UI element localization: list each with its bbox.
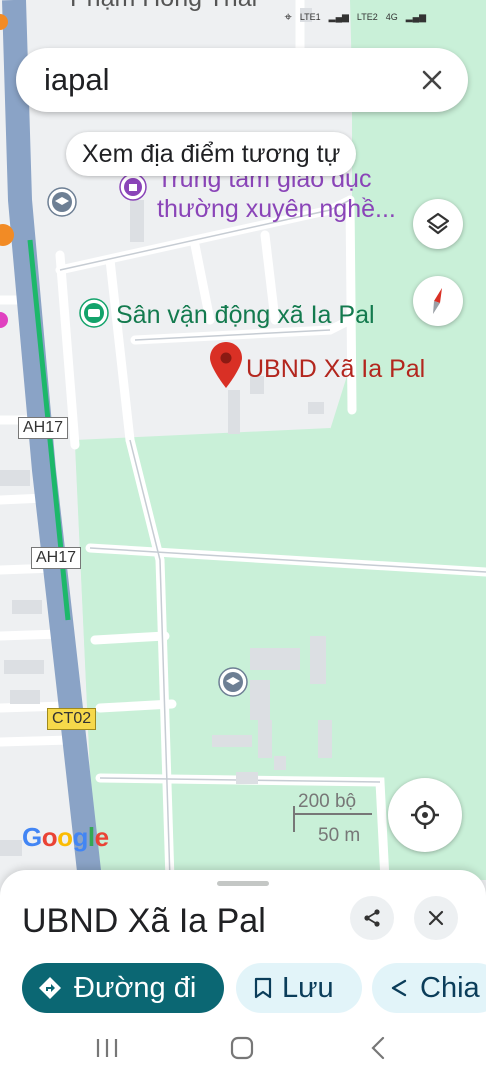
bookmark-icon xyxy=(254,977,272,999)
directions-icon xyxy=(39,977,61,999)
save-button[interactable]: Lưu xyxy=(236,963,362,1013)
save-label: Lưu xyxy=(282,971,334,1004)
education-center-poi-icon xyxy=(119,173,147,201)
scale-label-feet: 200 bộ xyxy=(298,791,357,812)
map-label-stadium[interactable]: Sân vận động xã Ia Pal xyxy=(116,301,375,330)
school-label-line2: thường xuyên nghề... xyxy=(157,195,396,223)
map-label-top-partial: Phạm Hồng Thái xyxy=(70,0,257,13)
place-title: UBND Xã Ia Pal xyxy=(22,902,266,940)
sim2-label: LTE2 xyxy=(356,12,378,22)
road-shield-ah17-1: AH17 xyxy=(18,417,69,439)
share-button[interactable]: Chia xyxy=(372,963,486,1013)
share-label: Chia xyxy=(420,971,480,1004)
road-shield-ah17-2: AH17 xyxy=(31,547,82,569)
crosshair-icon xyxy=(411,801,439,829)
system-nav-bar xyxy=(0,1018,486,1080)
school-poi-icon xyxy=(47,187,77,217)
sheet-drag-handle[interactable] xyxy=(217,881,269,886)
my-location-button[interactable] xyxy=(388,778,462,852)
search-bar[interactable]: iapal xyxy=(16,48,468,112)
google-logo: Google xyxy=(22,822,109,852)
map-label-selected-place[interactable]: UBND Xã Ia Pal xyxy=(246,355,425,384)
share-icon xyxy=(391,979,407,997)
share-icon-button[interactable] xyxy=(350,896,394,940)
clear-search-button[interactable] xyxy=(410,58,454,102)
status-bar: ⌖ LTE1 ▂▄▆ LTE2 4G ▂▄▆ xyxy=(285,0,427,34)
layers-icon xyxy=(426,212,450,235)
sim1-label: LTE1 xyxy=(299,12,321,22)
signal-icon-2: ▂▄▆ xyxy=(405,11,426,22)
directions-label: Đường đi xyxy=(74,971,197,1004)
layers-button[interactable] xyxy=(413,199,463,249)
road-shield-ct02: CT02 xyxy=(47,708,97,730)
compass-button[interactable] xyxy=(413,276,463,326)
back-icon[interactable] xyxy=(370,1036,386,1060)
share-icon xyxy=(364,909,380,927)
search-query-text[interactable]: iapal xyxy=(44,62,110,98)
close-icon xyxy=(422,70,442,90)
network-label: 4G xyxy=(385,12,398,22)
compass-icon xyxy=(433,288,442,314)
similar-places-chip[interactable]: Xem địa điểm tương tự xyxy=(66,132,357,176)
recents-icon[interactable] xyxy=(95,1037,119,1059)
stadium-poi-icon xyxy=(79,298,109,328)
home-icon[interactable] xyxy=(230,1036,254,1060)
close-sheet-button[interactable] xyxy=(414,896,458,940)
scale-label-meters: 50 m xyxy=(318,825,361,846)
location-status-icon: ⌖ xyxy=(284,9,292,24)
close-icon xyxy=(428,910,444,926)
signal-icon: ▂▄▆ xyxy=(328,11,349,22)
directions-button[interactable]: Đường đi xyxy=(22,963,224,1013)
school-poi-icon-2 xyxy=(218,667,248,697)
